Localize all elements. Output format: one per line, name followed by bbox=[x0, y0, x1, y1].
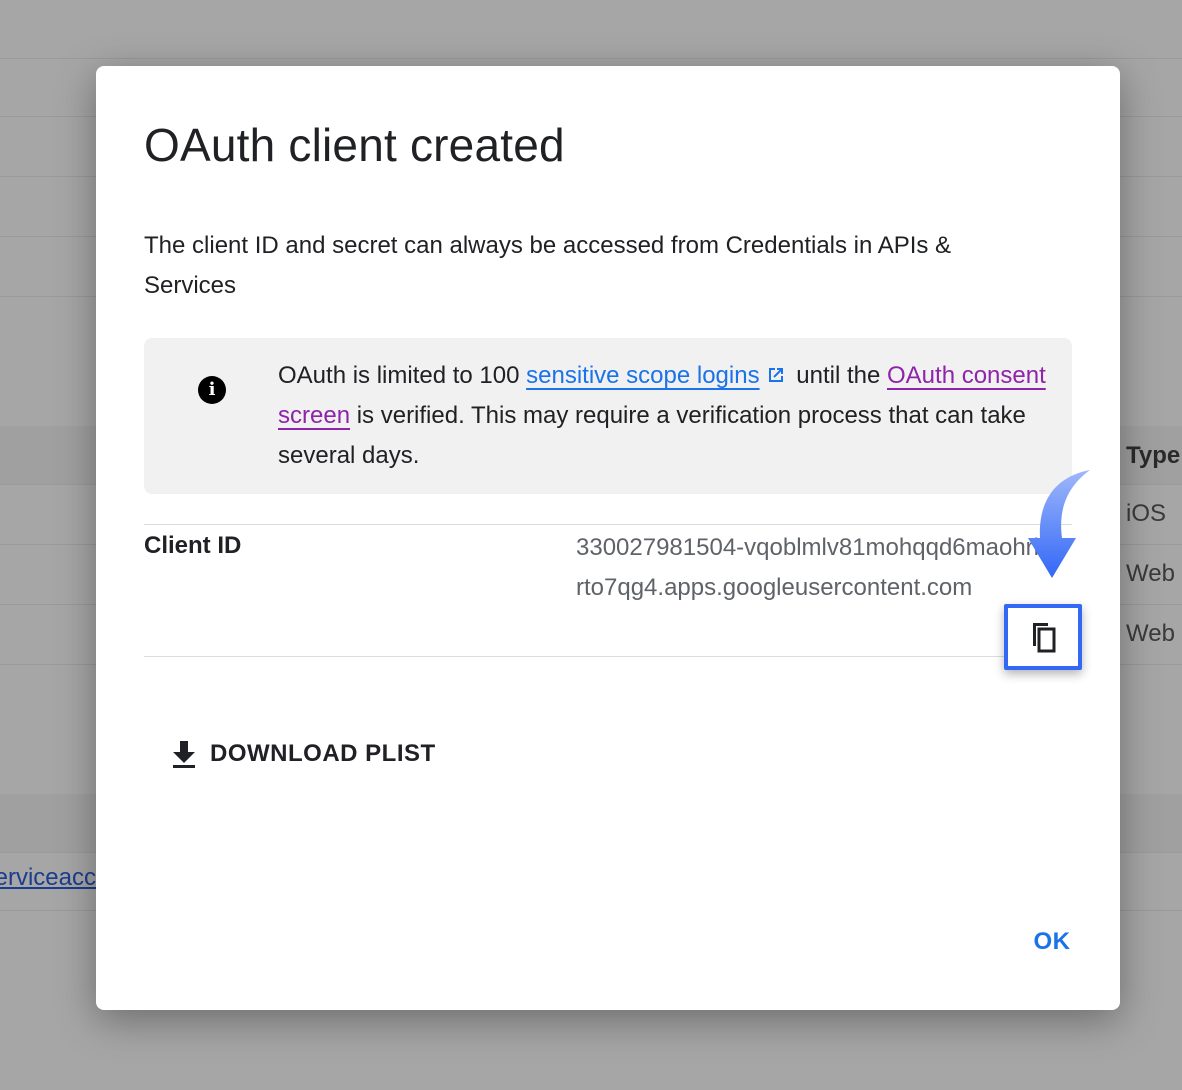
curved-arrow-icon bbox=[1028, 470, 1090, 578]
external-link-icon[interactable] bbox=[766, 365, 786, 385]
ok-button[interactable]: OK bbox=[1022, 922, 1082, 962]
info-text-part: OAuth is limited to 100 bbox=[278, 362, 527, 389]
info-text-part: is verified. This may require a verifica… bbox=[278, 402, 1026, 469]
info-text-part: until the bbox=[789, 362, 887, 389]
bg-divider bbox=[0, 58, 1182, 59]
info-icon: i bbox=[198, 376, 226, 404]
download-icon bbox=[173, 741, 195, 768]
row-divider bbox=[144, 524, 1072, 525]
copy-client-id-button[interactable] bbox=[1004, 604, 1082, 670]
bg-type-cell: Web bbox=[1126, 560, 1175, 587]
bg-type-cell: Web bbox=[1126, 620, 1175, 647]
bg-type-header: Type bbox=[1126, 442, 1181, 469]
dialog-title: OAuth client created bbox=[144, 119, 565, 171]
copy-icon bbox=[1033, 623, 1056, 653]
info-text: OAuth is limited to 100 sensitive scope … bbox=[278, 356, 1048, 476]
download-plist-button[interactable]: DOWNLOAD PLIST bbox=[170, 734, 436, 774]
dialog-description: The client ID and secret can always be a… bbox=[144, 232, 952, 299]
bg-service-account-link: serviceacc bbox=[0, 864, 96, 891]
info-banner: i OAuth is limited to 100 sensitive scop… bbox=[144, 338, 1072, 494]
client-id-label: Client ID bbox=[144, 532, 242, 559]
sensitive-scope-logins-link[interactable]: sensitive scope logins bbox=[526, 362, 759, 389]
download-plist-label: DOWNLOAD PLIST bbox=[210, 740, 436, 767]
oauth-created-dialog: OAuth client created The client ID and s… bbox=[96, 66, 1120, 1010]
row-divider bbox=[144, 656, 1072, 657]
bg-type-cell: iOS bbox=[1126, 500, 1167, 527]
